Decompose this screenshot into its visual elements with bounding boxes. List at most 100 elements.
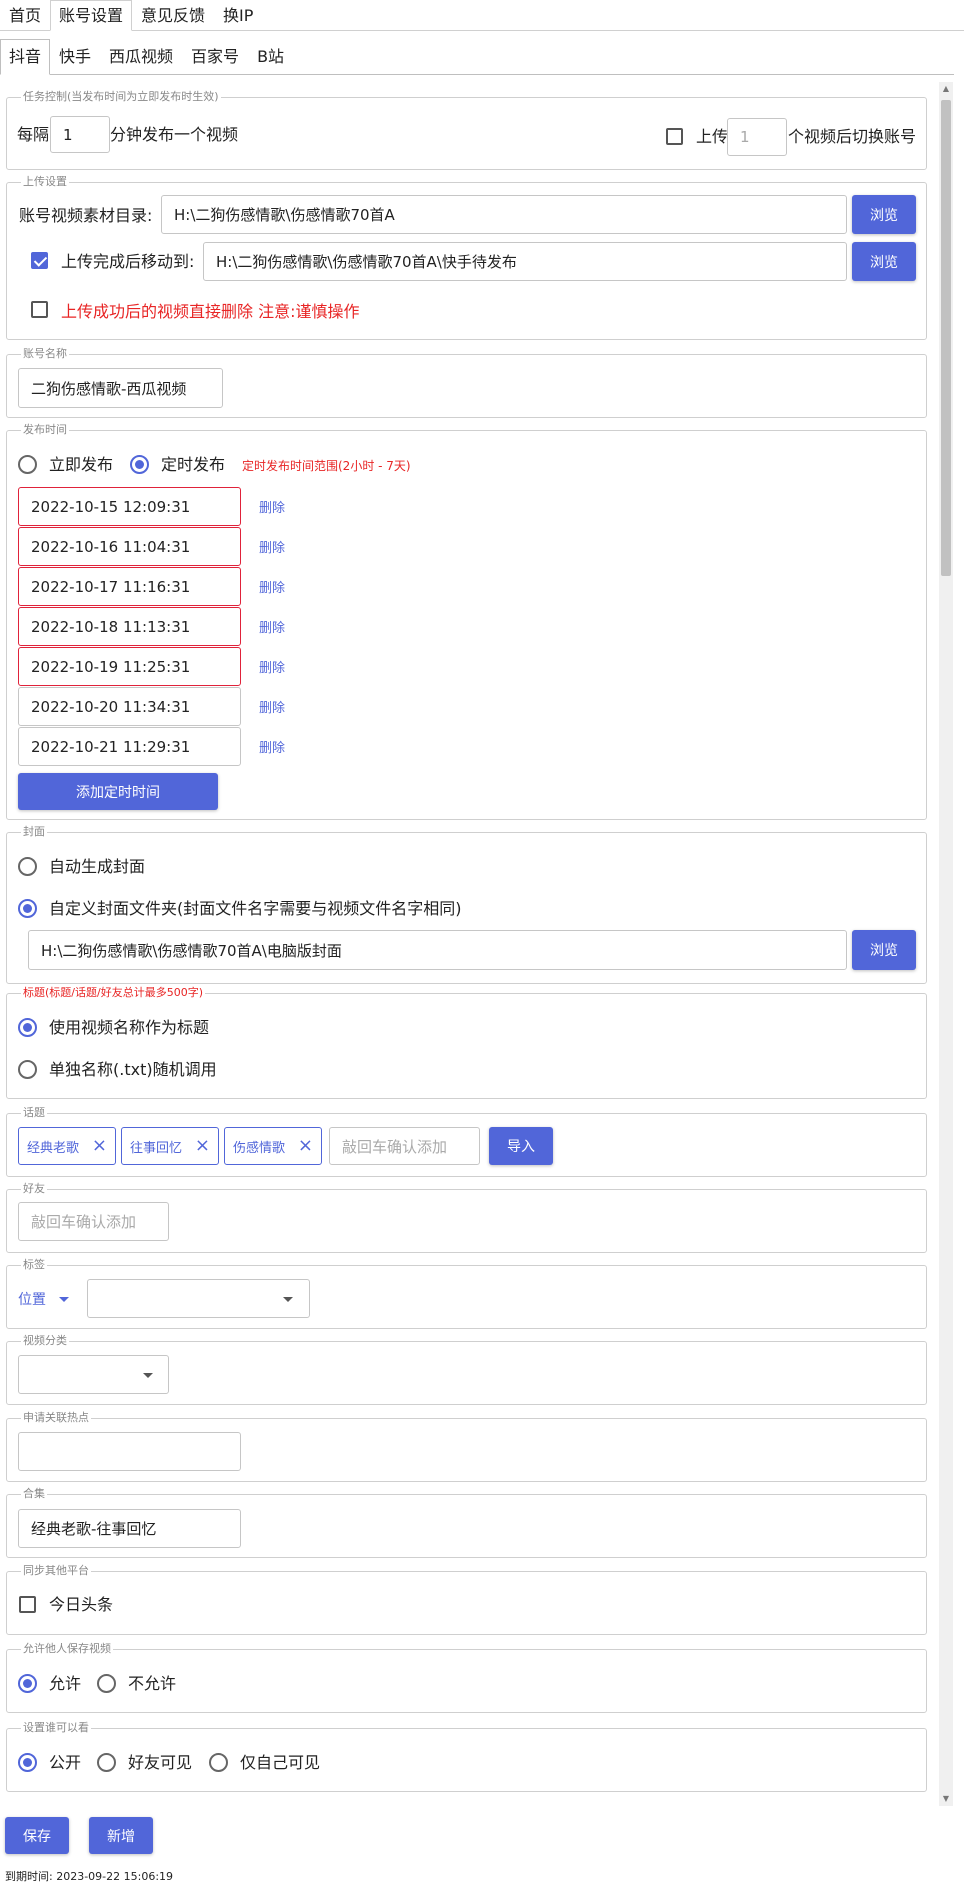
import-topic-button[interactable]: 导入 <box>489 1127 553 1165</box>
video-category-legend: 视频分类 <box>21 1334 69 1348</box>
public-radio[interactable] <box>18 1753 37 1772</box>
publish-time-legend: 发布时间 <box>21 423 69 437</box>
new-button[interactable]: 新增 <box>89 1817 153 1854</box>
delete-time-link[interactable]: 删除 <box>259 617 285 636</box>
schedule-time-input[interactable]: 2022-10-21 11:29:31 <box>18 727 241 766</box>
hotspot-input[interactable] <box>18 1432 241 1471</box>
scroll-thumb[interactable] <box>941 100 951 576</box>
friends-visible-radio[interactable] <box>97 1753 116 1772</box>
friends-input[interactable]: 敲回车确认添加 <box>18 1202 169 1241</box>
tag-group: 标签 位置 <box>6 1258 927 1329</box>
immediate-publish-radio[interactable] <box>18 455 37 474</box>
minutes-suffix-label: 分钟发布一个视频 <box>110 125 239 144</box>
upload-settings-group: 上传设置 账号视频素材目录: H:\二狗伤感情歌\伤感情歌70首A 浏览 上传完… <box>6 175 927 340</box>
delete-time-link[interactable]: 删除 <box>259 497 285 516</box>
switch-count-input[interactable]: 1 <box>727 118 787 156</box>
scroll-down-arrow-icon[interactable]: ▼ <box>939 1792 953 1806</box>
account-name-group: 账号名称 二狗伤感情歌-西瓜视频 <box>6 347 927 418</box>
move-after-upload-checkbox[interactable] <box>31 252 48 269</box>
location-select[interactable] <box>87 1279 310 1318</box>
delete-after-upload-label: 上传成功后的视频直接删除 注意:谨慎操作 <box>61 302 360 321</box>
tab-home[interactable]: 首页 <box>0 0 50 31</box>
public-label: 公开 <box>49 1753 82 1772</box>
location-dropdown-label[interactable]: 位置 <box>18 1290 46 1310</box>
tag-legend: 标签 <box>21 1258 47 1272</box>
browse-cover-folder-button[interactable]: 浏览 <box>852 930 916 970</box>
account-name-input[interactable]: 二狗伤感情歌-西瓜视频 <box>18 368 223 408</box>
scroll-up-arrow-icon[interactable]: ▲ <box>939 82 953 96</box>
tab-xigua[interactable]: 西瓜视频 <box>100 39 182 75</box>
vertical-scrollbar[interactable]: ▲ ▼ <box>939 82 953 1806</box>
delete-after-upload-checkbox[interactable] <box>31 301 48 318</box>
browse-material-dir-button[interactable]: 浏览 <box>852 195 916 234</box>
schedule-time-input[interactable]: 2022-10-15 12:09:31 <box>18 487 241 526</box>
immediate-publish-label: 立即发布 <box>49 455 114 474</box>
cover-group: 封面 自动生成封面 自定义封面文件夹(封面文件名字需要与视频文件名字相同) H:… <box>6 825 927 984</box>
schedule-time-input[interactable]: 2022-10-17 11:16:31 <box>18 567 241 606</box>
schedule-time-input[interactable]: 2022-10-16 11:04:31 <box>18 527 241 566</box>
deny-save-radio[interactable] <box>97 1674 116 1693</box>
tab-douyin[interactable]: 抖音 <box>0 39 51 75</box>
close-icon[interactable]: × <box>298 1137 313 1155</box>
material-dir-input[interactable]: H:\二狗伤感情歌\伤感情歌70首A <box>161 195 847 234</box>
account-name-legend: 账号名称 <box>21 347 69 361</box>
chevron-down-icon[interactable] <box>143 1373 153 1378</box>
tab-feedback[interactable]: 意见反馈 <box>132 0 214 31</box>
delete-time-link[interactable]: 删除 <box>259 657 285 676</box>
delete-time-link[interactable]: 删除 <box>259 537 285 556</box>
tab-bilibili[interactable]: B站 <box>248 39 293 75</box>
scheduled-publish-label: 定时发布 <box>161 455 226 474</box>
allow-save-radio[interactable] <box>18 1674 37 1693</box>
auto-cover-label: 自动生成封面 <box>49 857 146 876</box>
move-target-input[interactable]: H:\二狗伤感情歌\伤感情歌70首A\快手待发布 <box>203 242 847 281</box>
topic-chip-label: 经典老歌 <box>27 1140 80 1156</box>
chevron-down-icon[interactable] <box>59 1297 69 1302</box>
use-video-name-radio[interactable] <box>18 1018 37 1037</box>
delete-time-link[interactable]: 删除 <box>259 577 285 596</box>
browse-move-target-button[interactable]: 浏览 <box>852 242 916 281</box>
topic-chip[interactable]: 伤感情歌 × <box>224 1127 322 1165</box>
friends-visible-label: 好友可见 <box>128 1753 193 1772</box>
toutiao-checkbox[interactable] <box>19 1596 36 1613</box>
tab-account-settings[interactable]: 账号设置 <box>50 0 133 31</box>
sync-platform-legend: 同步其他平台 <box>21 1564 91 1578</box>
topic-chip[interactable]: 经典老歌 × <box>18 1127 116 1165</box>
topic-input[interactable]: 敲回车确认添加 <box>329 1127 480 1165</box>
schedule-time-input[interactable]: 2022-10-18 11:13:31 <box>18 607 241 646</box>
tab-baijiahao[interactable]: 百家号 <box>182 39 248 75</box>
private-label: 仅自己可见 <box>240 1753 321 1772</box>
friends-legend: 好友 <box>21 1182 47 1196</box>
switch-suffix-label: 个视频后切换账号 <box>788 127 917 146</box>
collection-input[interactable]: 经典老歌-往事回忆 <box>18 1509 241 1548</box>
use-video-name-label: 使用视频名称作为标题 <box>49 1018 210 1037</box>
private-radio[interactable] <box>209 1753 228 1772</box>
custom-cover-label: 自定义封面文件夹(封面文件名字需要与视频文件名字相同) <box>49 899 462 918</box>
tab-change-ip[interactable]: 换IP <box>214 0 262 31</box>
add-schedule-time-button[interactable]: 添加定时时间 <box>18 773 218 810</box>
every-label: 每隔 <box>17 125 50 144</box>
close-icon[interactable]: × <box>92 1137 107 1155</box>
schedule-time-input[interactable]: 2022-10-20 11:34:31 <box>18 687 241 726</box>
topic-legend: 话题 <box>21 1106 47 1120</box>
close-icon[interactable]: × <box>195 1137 210 1155</box>
save-button[interactable]: 保存 <box>5 1817 69 1854</box>
collection-group: 合集 经典老歌-往事回忆 <box>6 1487 927 1558</box>
random-txt-radio[interactable] <box>18 1060 37 1079</box>
cover-folder-input[interactable]: H:\二狗伤感情歌\伤感情歌70首A\电脑版封面 <box>28 930 847 970</box>
top-menu: 首页 账号设置 意见反馈 换IP <box>0 0 964 31</box>
task-control-legend: 任务控制(当发布时间为立即发布时生效) <box>21 90 221 104</box>
delete-time-link[interactable]: 删除 <box>259 697 285 716</box>
tab-kuaishou[interactable]: 快手 <box>50 39 100 75</box>
auto-cover-radio[interactable] <box>18 857 37 876</box>
title-group: 标题(标题/话题/好友总计最多500字) 使用视频名称作为标题 单独名称(.tx… <box>6 986 927 1099</box>
custom-cover-radio[interactable] <box>18 899 37 918</box>
schedule-time-input[interactable]: 2022-10-19 11:25:31 <box>18 647 241 686</box>
interval-minutes-input[interactable]: 1 <box>50 116 110 153</box>
publish-time-group: 发布时间 立即发布 定时发布 定时发布时间范围(2小时 - 7天) 2022-1… <box>6 423 927 820</box>
topic-chip[interactable]: 往事回忆 × <box>121 1127 219 1165</box>
chevron-down-icon[interactable] <box>283 1297 293 1302</box>
deny-save-label: 不允许 <box>128 1674 177 1693</box>
delete-time-link[interactable]: 删除 <box>259 737 285 756</box>
scheduled-publish-radio[interactable] <box>130 455 149 474</box>
switch-account-checkbox[interactable] <box>666 128 683 145</box>
